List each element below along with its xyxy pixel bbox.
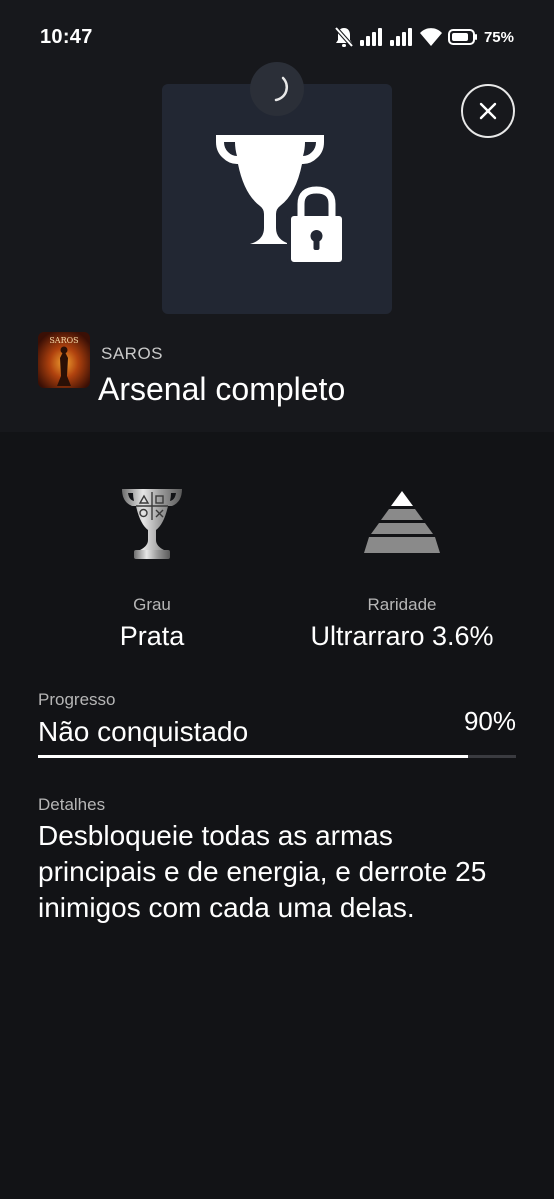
progress-status: Não conquistado	[38, 716, 249, 747]
rarity-value: Ultrarraro 3.6%	[310, 621, 494, 651]
grade-value: Prata	[119, 621, 185, 651]
status-icons: 75%	[328, 24, 514, 50]
mute-icon	[334, 26, 354, 48]
silver-trophy-icon	[120, 484, 184, 562]
battery-icon	[447, 29, 478, 45]
progress-label: Progresso	[38, 690, 116, 709]
trophy-title: Arsenal completo	[98, 371, 346, 407]
status-time: 10:47	[40, 26, 93, 48]
details-text: Desbloqueie todas as armas principais e …	[38, 820, 487, 923]
game-cover-art: SAROS	[38, 332, 90, 388]
signal-icon	[359, 28, 384, 46]
grade-label: Grau	[133, 595, 171, 614]
progress-percent: 90%	[463, 706, 516, 736]
loading-spinner	[250, 62, 304, 116]
close-button[interactable]	[461, 84, 515, 138]
wifi-icon	[419, 28, 442, 46]
game-name: SAROS	[101, 344, 164, 363]
trophy-image-card	[162, 84, 392, 314]
rarity-label: Raridade	[367, 595, 437, 614]
details-label: Detalhes	[38, 795, 106, 814]
locked-trophy-icon	[210, 132, 346, 273]
signal-icon	[389, 28, 414, 46]
game-art-title: SAROS	[49, 336, 78, 345]
progress-bar-fill	[38, 755, 469, 758]
progress-bar	[38, 755, 516, 758]
rarity-pyramid-icon	[363, 490, 441, 556]
close-icon	[478, 101, 498, 121]
battery-percent: 75%	[483, 28, 514, 46]
